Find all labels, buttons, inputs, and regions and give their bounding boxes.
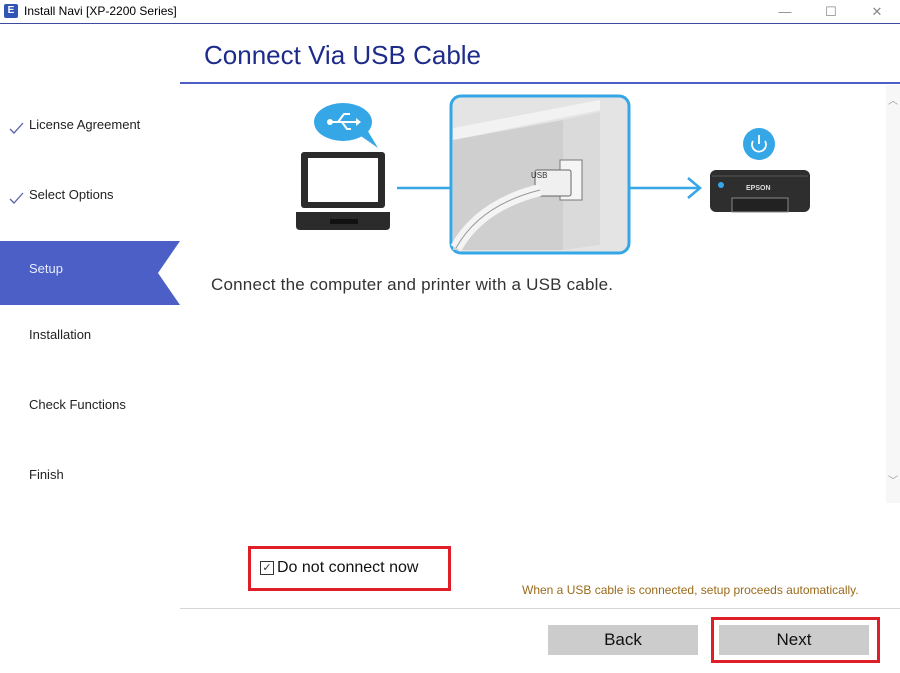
back-button[interactable]: Back [548, 625, 698, 655]
step-label: License Agreement [29, 117, 141, 132]
steps-sidebar: License Agreement Select Options Setup I… [0, 25, 180, 673]
check-icon [9, 192, 24, 204]
page-title: Connect Via USB Cable [204, 40, 482, 70]
scroll-down-icon[interactable]: ﹀ [886, 475, 900, 489]
scroll-up-icon[interactable]: ︿ [886, 95, 900, 109]
footer-divider [180, 608, 900, 609]
next-button[interactable]: Next [719, 625, 869, 655]
step-finish: Finish [0, 447, 180, 511]
do-not-connect-checkbox[interactable]: ✓ [260, 561, 274, 575]
arrow-icon [687, 177, 702, 199]
svg-text:USB: USB [531, 171, 547, 180]
title-divider [180, 82, 900, 84]
printer-icon: EPSON [710, 128, 810, 213]
check-icon [9, 122, 24, 134]
window-title: Install Navi [XP-2200 Series] [24, 4, 177, 18]
step-label: Setup [29, 261, 63, 276]
step-license-agreement: License Agreement [0, 97, 180, 161]
step-label: Check Functions [29, 397, 126, 412]
step-select-options: Select Options [0, 167, 180, 231]
svg-text:EPSON: EPSON [746, 185, 771, 192]
step-installation: Installation [0, 307, 180, 371]
auto-proceed-hint: When a USB cable is connected, setup pro… [522, 583, 859, 597]
step-setup: Setup [0, 241, 180, 305]
instruction-text: Connect the computer and printer with a … [211, 275, 614, 294]
laptop-icon [296, 152, 390, 230]
usb-bubble-icon [314, 103, 378, 148]
step-label: Installation [29, 327, 92, 342]
app-icon: E [4, 4, 18, 18]
minimize-button[interactable]: — [762, 0, 808, 24]
step-label: Finish [29, 467, 64, 482]
usb-port-closeup-image: USB [449, 94, 631, 255]
step-check-functions: Check Functions [0, 377, 180, 441]
title-bar: E Install Navi [XP-2200 Series] — ☐ ✕ [0, 0, 900, 24]
vertical-scrollbar[interactable]: ︿ ﹀ [886, 85, 900, 503]
close-button[interactable]: ✕ [854, 0, 900, 24]
maximize-button[interactable]: ☐ [808, 0, 854, 24]
do-not-connect-highlight: ✓ Do not connect now [248, 546, 451, 591]
step-label: Select Options [29, 187, 114, 202]
do-not-connect-label[interactable]: Do not connect now [277, 559, 418, 577]
